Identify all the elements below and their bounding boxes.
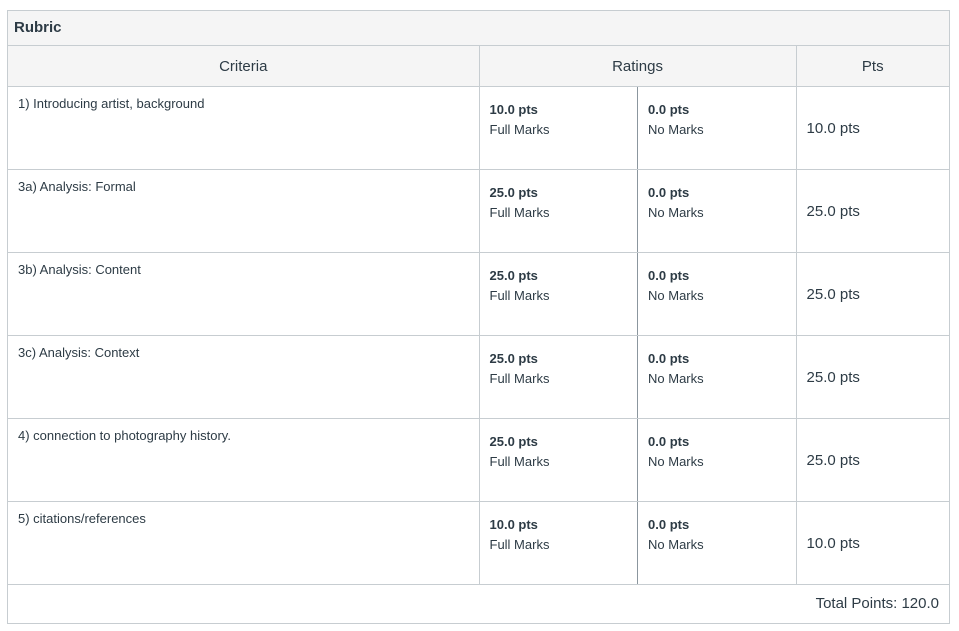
rating-full[interactable]: 10.0 pts Full Marks [480,502,638,584]
rating-points: 0.0 pts [648,517,690,532]
rating-points: 0.0 pts [648,351,690,366]
criterion-cell: 4) connection to photography history. [8,418,479,502]
rating-full[interactable]: 25.0 pts Full Marks [480,419,638,501]
criterion-description: 3b) Analysis: Content [18,262,141,277]
rating-label: Full Marks [489,288,550,303]
rating-full[interactable]: 25.0 pts Full Marks [480,170,638,252]
rating-label: No Marks [648,454,704,469]
criterion-cell: 3b) Analysis: Content [8,252,479,336]
rubric-title: Rubric [8,11,949,46]
ratings-group: 25.0 pts Full Marks 0.0 pts No Marks [480,336,796,418]
criterion-cell: 3a) Analysis: Formal [8,169,479,253]
rating-label: Full Marks [489,537,550,552]
rating-points: 25.0 pts [489,268,538,283]
criterion-row: 3a) Analysis: Formal 25.0 pts Full Marks… [8,169,950,253]
rating-points: 25.0 pts [489,185,538,200]
criterion-points: 25.0 pts [806,203,860,220]
pts-header: Pts [795,46,950,87]
ratings-cell: 10.0 pts Full Marks 0.0 pts No Marks [478,86,797,170]
rating-none[interactable]: 0.0 pts No Marks [637,170,796,252]
criterion-row: 4) connection to photography history. 25… [8,418,950,502]
criterion-points: 25.0 pts [806,286,860,303]
ratings-cell: 25.0 pts Full Marks 0.0 pts No Marks [478,169,797,253]
criterion-row: 1) Introducing artist, background 10.0 p… [8,86,950,170]
rating-label: Full Marks [489,205,550,220]
rating-label: No Marks [648,537,704,552]
ratings-group: 25.0 pts Full Marks 0.0 pts No Marks [480,419,796,501]
criterion-description: 3a) Analysis: Formal [18,179,136,194]
rating-none[interactable]: 0.0 pts No Marks [637,419,796,501]
ratings-group: 10.0 pts Full Marks 0.0 pts No Marks [480,502,796,584]
rating-points: 10.0 pts [489,517,538,532]
rubric-panel: Rubric Criteria Ratings Pts 1) Introduci… [7,10,950,624]
ratings-header: Ratings [478,46,797,87]
points-cell: 25.0 pts [795,335,950,419]
criterion-description: 1) Introducing artist, background [18,96,205,111]
total-points: Total Points: 120.0 [815,595,939,612]
rating-label: No Marks [648,122,704,137]
criterion-cell: 5) citations/references [8,501,479,585]
ratings-group: 10.0 pts Full Marks 0.0 pts No Marks [480,87,796,169]
rating-label: Full Marks [489,122,550,137]
rating-points: 0.0 pts [648,434,690,449]
criterion-points: 10.0 pts [806,120,860,137]
rating-label: Full Marks [489,371,550,386]
criterion-description: 3c) Analysis: Context [18,345,140,360]
rating-none[interactable]: 0.0 pts No Marks [637,253,796,335]
rating-label: No Marks [648,371,704,386]
points-cell: 10.0 pts [795,86,950,170]
criteria-header: Criteria [8,46,479,87]
criterion-description: 5) citations/references [18,511,146,526]
rating-none[interactable]: 0.0 pts No Marks [637,502,796,584]
rating-points: 0.0 pts [648,268,690,283]
criterion-row: 3b) Analysis: Content 25.0 pts Full Mark… [8,252,950,336]
points-cell: 10.0 pts [795,501,950,585]
rating-full[interactable]: 25.0 pts Full Marks [480,336,638,418]
ratings-cell: 25.0 pts Full Marks 0.0 pts No Marks [478,418,797,502]
criterion-cell: 3c) Analysis: Context [8,335,479,419]
criterion-cell: 1) Introducing artist, background [8,86,479,170]
rating-none[interactable]: 0.0 pts No Marks [637,336,796,418]
rating-label: No Marks [648,288,704,303]
criterion-description: 4) connection to photography history. [18,428,231,443]
rating-none[interactable]: 0.0 pts No Marks [637,87,796,169]
rating-full[interactable]: 10.0 pts Full Marks [480,87,638,169]
rating-points: 10.0 pts [489,102,538,117]
criterion-points: 10.0 pts [806,535,860,552]
points-cell: 25.0 pts [795,418,950,502]
rating-points: 0.0 pts [648,102,690,117]
rubric-header-row: Criteria Ratings Pts [8,46,950,87]
points-cell: 25.0 pts [795,252,950,336]
points-cell: 25.0 pts [795,169,950,253]
rating-points: 25.0 pts [489,434,538,449]
rubric-table: Criteria Ratings Pts 1) Introducing arti… [8,46,950,585]
criterion-row: 3c) Analysis: Context 25.0 pts Full Mark… [8,335,950,419]
ratings-cell: 25.0 pts Full Marks 0.0 pts No Marks [478,335,797,419]
criterion-points: 25.0 pts [806,452,860,469]
ratings-group: 25.0 pts Full Marks 0.0 pts No Marks [480,253,796,335]
rating-label: No Marks [648,205,704,220]
ratings-cell: 10.0 pts Full Marks 0.0 pts No Marks [478,501,797,585]
rating-label: Full Marks [489,454,550,469]
rating-points: 0.0 pts [648,185,690,200]
criterion-points: 25.0 pts [806,369,860,386]
rating-points: 25.0 pts [489,351,538,366]
criterion-row: 5) citations/references 10.0 pts Full Ma… [8,501,950,585]
ratings-group: 25.0 pts Full Marks 0.0 pts No Marks [480,170,796,252]
rating-full[interactable]: 25.0 pts Full Marks [480,253,638,335]
ratings-cell: 25.0 pts Full Marks 0.0 pts No Marks [478,252,797,336]
